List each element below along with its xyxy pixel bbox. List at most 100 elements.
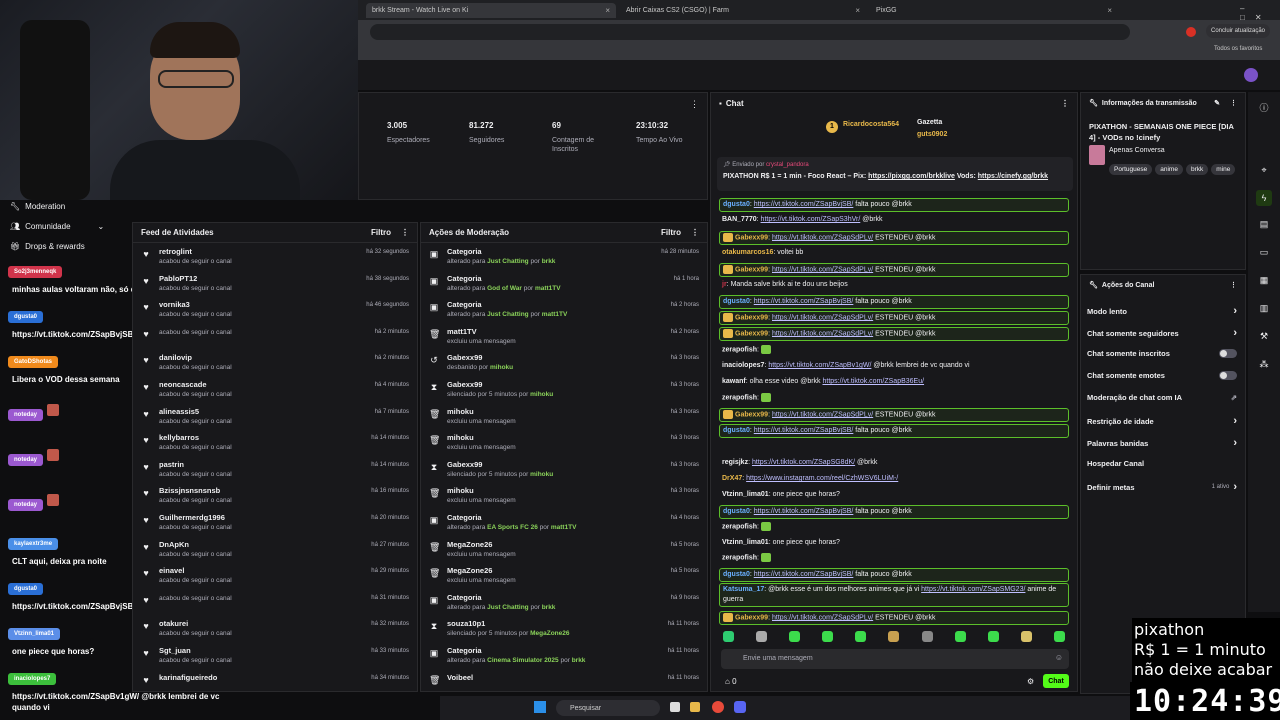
mod-row[interactable]: ⧗ Gabexx99 silenciado por 5 minutos por mi…: [429, 380, 699, 406]
chat-username[interactable]: dgusta0: [723, 427, 750, 434]
mod-row[interactable]: 🗑︎ mihoku excluiu uma mensagem há 3 horas: [429, 407, 699, 433]
stream-category[interactable]: Apenas Conversa: [1109, 147, 1165, 154]
mod-row[interactable]: ▣ Categoria alterado para Just Chatting po…: [429, 247, 699, 273]
profile-icon[interactable]: [1186, 27, 1196, 37]
stream-tag[interactable]: mine: [1211, 164, 1236, 175]
browser-tab[interactable]: Abrir Caixas CS2 (CSGO) | Farm ×: [620, 3, 866, 18]
chat-username[interactable]: Gabexx99: [735, 234, 768, 241]
chat-username[interactable]: DrX47: [722, 475, 742, 482]
chat-username[interactable]: inaciolopes7: [722, 362, 764, 369]
toggle-switch[interactable]: [1219, 349, 1237, 358]
taskview-icon[interactable]: [670, 702, 680, 712]
more-icon[interactable]: ⋮: [1230, 281, 1237, 289]
feed-row[interactable]: ♥ retroglint acabou de seguir o canal há 32…: [141, 247, 409, 273]
toggle-switch[interactable]: [1219, 371, 1237, 380]
feed-row[interactable]: ♥ acabou de seguir o canal há 31 minutos: [141, 593, 409, 619]
chat-link[interactable]: https://vt.tiktok.com/ZSapSMG23/: [921, 586, 1025, 593]
stats-more-icon[interactable]: ⋮: [690, 99, 699, 110]
chat-link[interactable]: https://vt.tiktok.com/ZSapSdPLv/: [772, 314, 873, 321]
discord-icon[interactable]: [734, 701, 746, 713]
emote-picker-item[interactable]: [723, 631, 734, 642]
emote-picker-item[interactable]: [822, 631, 834, 642]
feed-row[interactable]: ♥ Bzissjnsnsnsnsb acabou de seguir o canal…: [141, 486, 409, 512]
stream-tag[interactable]: brkk: [1185, 164, 1209, 175]
chat-link[interactable]: https://vt.tiktok.com/ZSapB36Eu/: [823, 378, 925, 385]
chat-link[interactable]: https://vt.tiktok.com/ZSapSdPLv/: [772, 234, 873, 241]
chat-username[interactable]: kawanf: [722, 378, 746, 385]
chat-username[interactable]: dgusta0: [723, 298, 750, 305]
nav-drops[interactable]: 🎁︎ Drops & rewards: [10, 242, 85, 251]
update-button[interactable]: Concluir atualização: [1206, 24, 1270, 38]
channel-action-row[interactable]: Chat somente seguidores ›: [1087, 327, 1237, 339]
emote-picker-item[interactable]: [1020, 631, 1032, 642]
gifter-1[interactable]: Ricardocosta564: [843, 121, 899, 128]
mod-row[interactable]: 🗑︎ matt1TV excluiu uma mensagem há 2 horas: [429, 327, 699, 353]
feed-row[interactable]: ♥ PabloPT12 acabou de seguir o canal há 38 …: [141, 274, 409, 300]
bolt-icon[interactable]: ϟ: [1256, 190, 1272, 206]
chat-username[interactable]: Gabexx99: [735, 411, 768, 418]
feed-row[interactable]: ♥ Sgt_juan acabou de seguir o canal há 33 m…: [141, 646, 409, 672]
feed-row[interactable]: ♥ otakurei acabou de seguir o canal há 32 m…: [141, 619, 409, 645]
mod-row[interactable]: ▣ Categoria alterado para Cinema Simulator…: [429, 646, 699, 672]
doc-icon[interactable]: ▤: [1256, 216, 1272, 232]
close-icon[interactable]: ×: [605, 6, 610, 15]
mod-filter-button[interactable]: Filtro: [661, 228, 681, 237]
chat-username[interactable]: BAN_7770: [722, 216, 757, 223]
mod-row[interactable]: ▣ Categoria alterado para God of War por m…: [429, 274, 699, 300]
feed-row[interactable]: ♥ neoncascade acabou de seguir o canal há 4…: [141, 380, 409, 406]
taskbar-search[interactable]: Pesquisar: [556, 700, 660, 716]
feed-row[interactable]: ♥ kellybarros acabou de seguir o canal há 1…: [141, 433, 409, 459]
chat-username[interactable]: Katsuma_17: [723, 586, 764, 593]
chat-username[interactable]: zerapofish: [722, 394, 757, 401]
send-chat-button[interactable]: Chat: [1043, 674, 1069, 688]
emote-picker-item[interactable]: [756, 631, 768, 642]
close-icon[interactable]: ×: [1107, 6, 1112, 15]
chat-username[interactable]: Gabexx99: [735, 314, 768, 321]
chat-link[interactable]: https://vt.tiktok.com/ZSapSG8dK/: [752, 459, 855, 466]
chat-link[interactable]: https://vt.tiktok.com/ZSapBvjSB/: [754, 427, 854, 434]
settings-icon[interactable]: ⚙: [1027, 677, 1034, 686]
browser-tab[interactable]: brkk Stream - Watch Live on Ki ×: [366, 3, 616, 18]
mod-row[interactable]: 🗑︎ mihoku excluiu uma mensagem há 3 horas: [429, 486, 699, 512]
windows-start-icon[interactable]: [534, 701, 546, 713]
feed-row[interactable]: ♥ alineassis5 acabou de seguir o canal há 7…: [141, 407, 409, 433]
chat-input[interactable]: Envie uma mensagem ☺: [721, 649, 1069, 669]
wrench-icon[interactable]: ⚒: [1256, 328, 1272, 344]
stream-tag[interactable]: Portuguese: [1109, 164, 1153, 175]
stream-tag[interactable]: anime: [1155, 164, 1183, 175]
chat-username[interactable]: dgusta0: [723, 508, 750, 515]
feed-row[interactable]: ♥ DnApKn acabou de seguir o canal há 27 min…: [141, 540, 409, 566]
feed-row[interactable]: ♥ acabou de seguir o canal há 2 minutos: [141, 327, 409, 353]
mod-row[interactable]: 🗑︎ MegaZone26 excluiu uma mensagem há 5 ho…: [429, 540, 699, 566]
channel-action-row[interactable]: Chat somente emotes: [1087, 371, 1237, 380]
emote-bar[interactable]: [723, 631, 1065, 643]
pinned-link-2[interactable]: https://cinefy.gg/brkk: [978, 173, 1048, 180]
folder-icon[interactable]: [690, 702, 700, 712]
close-icon[interactable]: ×: [855, 6, 860, 15]
chat-link[interactable]: https://vt.tiktok.com/ZSapS3hVr/: [761, 216, 861, 223]
mod-row[interactable]: 🗑︎ MegaZone26 excluiu uma mensagem há 5 ho…: [429, 566, 699, 592]
channel-action-row[interactable]: Hospedar Canal: [1087, 459, 1237, 468]
feed-row[interactable]: ♥ pastrin acabou de seguir o canal há 14 mi…: [141, 460, 409, 486]
chat-username[interactable]: Gabexx99: [735, 614, 768, 621]
chat-link[interactable]: https://vt.tiktok.com/ZSapSdPLv/: [772, 330, 873, 337]
chat-link[interactable]: https://vt.tiktok.com/ZSapSdPLv/: [772, 266, 873, 273]
channel-action-row[interactable]: Definir metas 1 ativo ›: [1087, 481, 1237, 493]
chat-link[interactable]: https://vt.tiktok.com/ZSapBvjSB/: [754, 298, 854, 305]
feed-row[interactable]: ♥ danilovip acabou de seguir o canal há 2 m…: [141, 353, 409, 379]
feed-row[interactable]: ♥ einavel acabou de seguir o canal há 29 mi…: [141, 566, 409, 592]
emote-picker-item[interactable]: [987, 631, 999, 642]
gifter-2[interactable]: Gazetta: [917, 119, 942, 126]
browser-tab[interactable]: PixGG ×: [870, 3, 1118, 18]
chat-username[interactable]: Vtzinn_lima01: [722, 491, 769, 498]
chat-link[interactable]: https://vt.tiktok.com/ZSapBv1gW/: [768, 362, 871, 369]
emote-picker-item[interactable]: [855, 631, 867, 642]
mod-row[interactable]: ▣ Categoria alterado para Just Chatting po…: [429, 593, 699, 619]
archive-icon[interactable]: ▦: [1256, 272, 1272, 288]
more-icon[interactable]: ⋮: [1061, 99, 1069, 108]
mod-row[interactable]: ▣ Categoria alterado para Just Chatting po…: [429, 300, 699, 326]
server-icon[interactable]: ▥: [1256, 300, 1272, 316]
gifter-3[interactable]: guts0902: [917, 131, 947, 138]
chat-username[interactable]: jr: [722, 281, 727, 288]
chat-link[interactable]: https://vt.tiktok.com/ZSapSdPLv/: [772, 411, 873, 418]
